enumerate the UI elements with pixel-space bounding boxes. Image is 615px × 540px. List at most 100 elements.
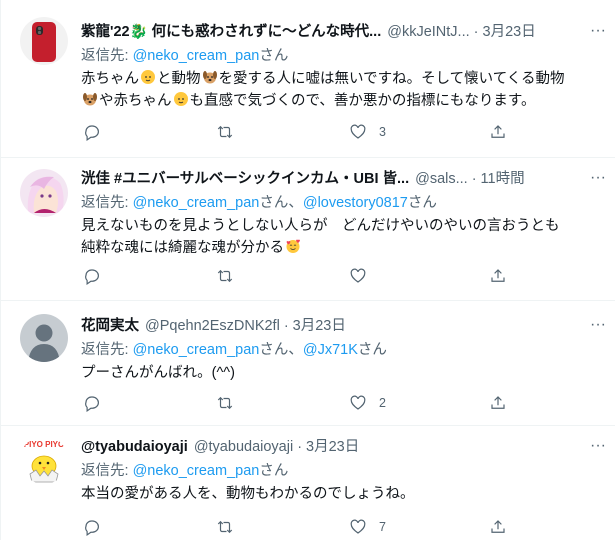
timestamp[interactable]: 3月23日 — [293, 316, 346, 336]
default-avatar-icon — [20, 314, 68, 362]
reply-to-link[interactable]: @neko_cream_pan — [133, 195, 260, 211]
chick-avatar-icon: PIYO PIYO — [20, 436, 68, 484]
separator: · — [283, 318, 289, 334]
text-line: 本当の愛がある人を、動物もわかるのでしょうね。 — [81, 486, 415, 502]
tweet-text: 見えないものを見ようとしない人らが どんだけやいのやいの言おうとも 純粋な魂には… — [81, 215, 601, 259]
display-name[interactable]: 花岡実太 — [81, 316, 139, 336]
tweet-text: プーさんがんばれ。(^^) — [81, 362, 601, 384]
retweet-button[interactable] — [216, 394, 234, 412]
share-icon — [491, 125, 505, 138]
avatar[interactable] — [20, 17, 68, 65]
reply-prefix: 返信先: — [81, 342, 133, 358]
more-options-icon[interactable]: ··· — [587, 438, 609, 459]
retweet-button[interactable] — [216, 123, 234, 141]
tweet[interactable]: 洸佳 #ユニバーサルベーシックインカム・UBI 皆... @sals... · … — [1, 158, 615, 301]
timestamp[interactable]: 11時間 — [481, 169, 525, 189]
reply-suffix: さん — [407, 195, 437, 211]
retweet-button[interactable] — [216, 518, 234, 536]
tweet[interactable]: 花岡実太 @Pqehn2EszDNK2fl · 3月23日 返信先: @neko… — [1, 301, 615, 426]
baby-emoji-icon — [173, 92, 188, 106]
smiling-hearts-emoji-icon — [286, 239, 300, 253]
reply-to-link[interactable]: @neko_cream_pan — [133, 463, 260, 479]
reply-button[interactable] — [83, 267, 101, 285]
reply-prefix: 返信先: — [81, 195, 133, 211]
text-segment: 赤ちゃん — [81, 71, 139, 87]
separator: · — [471, 171, 477, 187]
like-button[interactable]: 2 — [349, 394, 386, 412]
tweet[interactable]: PIYO PIYO @tyabudaioyaji @tyabudaioyaji … — [1, 426, 615, 540]
reply-button[interactable] — [83, 123, 101, 141]
like-button[interactable] — [349, 267, 367, 285]
reply-icon — [85, 520, 99, 536]
share-icon — [491, 269, 505, 282]
reply-icon — [85, 269, 99, 285]
like-button[interactable]: 7 — [349, 518, 386, 536]
share-button[interactable] — [489, 394, 507, 412]
like-count: 3 — [379, 125, 386, 139]
reply-to-link[interactable]: @neko_cream_pan — [133, 48, 260, 64]
reply-mid: さん、 — [259, 342, 303, 358]
user-handle[interactable]: @Pqehn2EszDNK2fl — [145, 316, 280, 336]
reply-to-link[interactable]: @Jx71K — [303, 342, 358, 358]
heart-icon — [350, 124, 366, 139]
text-segment: も直感で気づくので、善か悪かの指標にもなります。 — [189, 93, 536, 109]
more-options-icon[interactable]: ··· — [587, 23, 609, 44]
reply-context: 返信先: @neko_cream_panさん、@lovestory0817さん — [81, 192, 601, 214]
heart-icon — [350, 519, 366, 534]
anime-girl-avatar-icon — [20, 169, 68, 217]
reply-prefix: 返信先: — [81, 48, 133, 64]
reply-to-link[interactable]: @neko_cream_pan — [133, 342, 260, 358]
avatar[interactable]: PIYO PIYO — [20, 436, 68, 484]
text-segment: を愛する人に嘘は無いですね。そして懐いてくる動物 — [218, 71, 565, 87]
reply-context: 返信先: @neko_cream_panさん — [81, 45, 601, 67]
text-segment: や赤ちゃん — [99, 93, 172, 109]
share-button[interactable] — [489, 518, 507, 536]
like-count: 2 — [379, 396, 386, 410]
reply-to-link[interactable]: @lovestory0817 — [303, 195, 408, 211]
reply-button[interactable] — [83, 394, 101, 412]
timestamp[interactable]: 3月23日 — [483, 22, 536, 42]
retweet-button[interactable] — [216, 267, 234, 285]
reply-icon — [85, 125, 99, 141]
display-name[interactable]: 洸佳 #ユニバーサルベーシックインカム・UBI 皆... — [81, 169, 409, 189]
heart-icon — [350, 395, 366, 410]
timeline: 紫龍'22🐉 何にも惑わされずに〜どんな時代... @kkJeINtJ... ·… — [0, 0, 615, 540]
share-icon — [491, 520, 505, 533]
like-count: 7 — [379, 520, 386, 534]
tweet[interactable]: 紫龍'22🐉 何にも惑わされずに〜どんな時代... @kkJeINtJ... ·… — [1, 0, 615, 158]
avatar[interactable] — [20, 169, 68, 217]
retweet-icon — [217, 269, 233, 283]
avatar[interactable] — [20, 314, 68, 362]
reply-suffix: さん — [259, 463, 289, 479]
avatar-logo-text: PIYO PIYO — [24, 440, 64, 449]
retweet-icon — [217, 125, 233, 139]
user-handle[interactable]: @kkJeINtJ... — [387, 22, 469, 42]
reply-button[interactable] — [83, 518, 101, 536]
display-name[interactable]: @tyabudaioyaji — [81, 437, 188, 457]
text-line: プーさんがんばれ。(^^) — [81, 365, 235, 381]
more-options-icon[interactable]: ··· — [587, 317, 609, 338]
reply-context: 返信先: @neko_cream_panさん、@Jx71Kさん — [81, 339, 601, 361]
reply-prefix: 返信先: — [81, 463, 133, 479]
dog-emoji-icon — [83, 93, 97, 106]
baby-emoji-icon — [141, 70, 155, 84]
display-name[interactable]: 紫龍'22🐉 何にも惑わされずに〜どんな時代... — [81, 22, 381, 42]
text-line: 見えないものを見ようとしない人らが どんだけやいのやいの言おうとも — [81, 218, 560, 234]
like-button[interactable]: 3 — [349, 123, 386, 141]
retweet-icon — [217, 520, 233, 534]
retweet-icon — [217, 396, 233, 410]
reply-suffix: さん — [357, 342, 387, 358]
share-button[interactable] — [489, 123, 507, 141]
timestamp[interactable]: 3月23日 — [306, 437, 359, 457]
user-handle[interactable]: @tyabudaioyaji — [194, 437, 293, 457]
user-handle[interactable]: @sals... — [415, 169, 468, 189]
reply-icon — [85, 396, 99, 412]
separator: · — [473, 24, 479, 40]
share-button[interactable] — [489, 267, 507, 285]
text-segment: と動物 — [157, 71, 201, 87]
more-options-icon[interactable]: ··· — [587, 170, 609, 191]
tweet-text: 本当の愛がある人を、動物もわかるのでしょうね。 — [81, 483, 601, 505]
reply-suffix: さん — [259, 48, 289, 64]
tweet-text: 赤ちゃん と動物 を愛する人に嘘は無いですね。そして懐いてくる動物 や赤ちゃん も直感… — [81, 68, 601, 112]
reply-mid: さん、 — [259, 195, 303, 211]
